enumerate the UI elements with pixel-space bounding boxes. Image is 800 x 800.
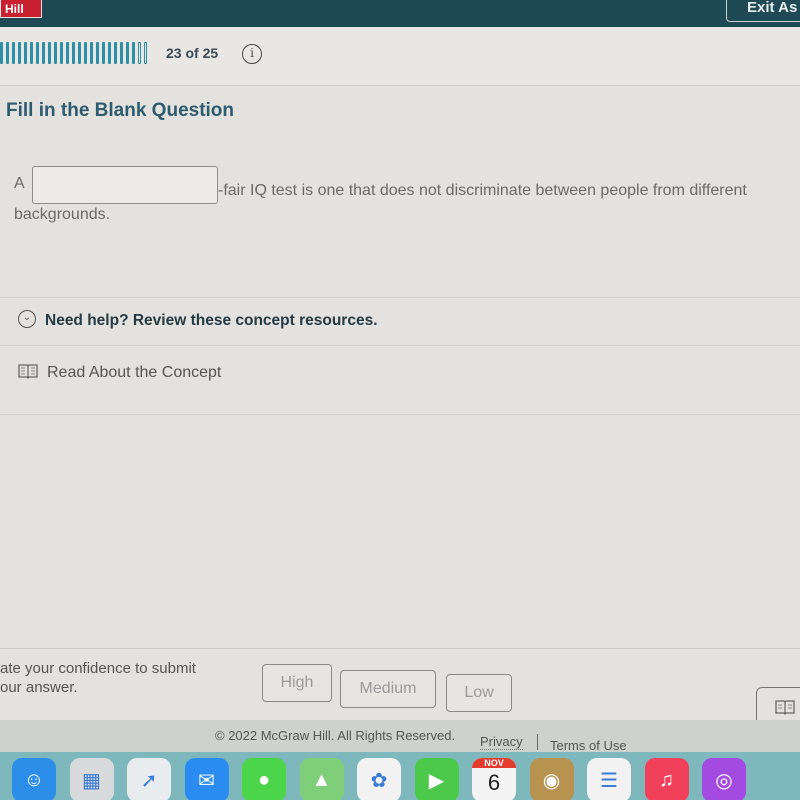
calendar-month: NOV <box>472 758 516 768</box>
concept-resources-toggle[interactable]: ⌄ Need help? Review these concept resour… <box>0 298 800 346</box>
chevron-down-circle-icon: ⌄ <box>18 310 36 328</box>
question-prefix: A <box>14 175 25 192</box>
maps-icon[interactable]: ▲ <box>299 758 344 800</box>
progress-segment-complete <box>24 42 27 64</box>
macos-dock: ☺ ▦ ➚ ✉ ● ▲ ✿ ▶ NOV 6 ◉ ☰ ♫ ◎ <box>0 752 800 800</box>
progress-segment-complete <box>126 42 129 64</box>
progress-segment-complete <box>114 42 117 64</box>
progress-segment-complete <box>6 42 9 64</box>
top-bar: Hill Exit As <box>0 0 800 27</box>
progress-segment-pending <box>144 42 147 64</box>
footer-separator <box>537 734 538 750</box>
progress-segment-complete <box>42 42 45 64</box>
confidence-prompt: ate your confidence to submit our answer… <box>0 659 240 697</box>
blank-answer-input[interactable] <box>32 166 218 204</box>
progress-segment-complete <box>108 42 111 64</box>
read-about-concept-label: Read About the Concept <box>47 364 222 381</box>
photos-icon[interactable]: ✿ <box>357 758 401 800</box>
progress-segment-complete <box>120 42 123 64</box>
safari-icon-glyph: ➚ <box>140 769 158 792</box>
launchpad-icon-glyph: ▦ <box>82 769 101 792</box>
maps-icon-glyph: ▲ <box>311 768 332 791</box>
concept-resources-panel: ⌄ Need help? Review these concept resour… <box>0 297 800 417</box>
facetime-icon[interactable]: ▶ <box>414 758 459 800</box>
podcasts-icon-glyph: ◎ <box>715 769 733 792</box>
music-icon[interactable]: ♫ <box>644 758 689 800</box>
info-icon[interactable]: i <box>242 44 262 64</box>
finder-icon-glyph: ☺ <box>23 768 45 791</box>
contacts-icon[interactable]: ◉ <box>529 758 574 800</box>
mcgraw-hill-logo: Hill <box>0 0 42 18</box>
confidence-medium-button[interactable]: Medium <box>340 670 436 708</box>
read-about-concept-link[interactable]: Read About the Concept <box>0 353 800 415</box>
safari-icon[interactable]: ➚ <box>127 758 171 800</box>
progress-segment-complete <box>90 42 93 64</box>
messages-icon-glyph: ● <box>257 768 271 791</box>
question-suffix: -fair IQ test is one that does not discr… <box>218 182 747 199</box>
concept-resources-label: Need help? Review these concept resource… <box>45 312 378 329</box>
exit-assignment-button[interactable]: Exit As <box>726 0 800 22</box>
confidence-prompt-line1: ate your confidence to submit <box>0 660 196 677</box>
progress-segment-complete <box>84 42 87 64</box>
music-icon-glyph: ♫ <box>659 768 674 791</box>
contacts-icon-glyph: ◉ <box>542 769 561 792</box>
progress-segment-complete <box>96 42 99 64</box>
footer: © 2022 McGraw Hill. All Rights Reserved.… <box>0 720 800 756</box>
progress-bar <box>0 42 147 64</box>
mail-icon[interactable]: ✉ <box>184 758 229 800</box>
calendar-day: 6 <box>487 770 501 795</box>
question-title: Fill in the Blank Question <box>6 100 235 121</box>
photos-icon-glyph: ✿ <box>370 769 388 792</box>
progress-segment-complete <box>0 42 3 64</box>
confidence-high-button[interactable]: High <box>262 664 332 702</box>
book-icon <box>18 363 38 379</box>
privacy-link[interactable]: Privacy <box>480 734 523 750</box>
progress-segment-complete <box>102 42 105 64</box>
podcasts-icon[interactable]: ◎ <box>702 758 746 800</box>
messages-icon[interactable]: ● <box>242 758 286 800</box>
progress-segment-complete <box>60 42 63 64</box>
progress-segment-complete <box>54 42 57 64</box>
progress-segment-complete <box>30 42 33 64</box>
confidence-row: ate your confidence to submit our answer… <box>0 648 800 727</box>
calendar-icon[interactable]: NOV 6 <box>472 758 516 800</box>
finder-icon[interactable]: ☺ <box>12 758 56 800</box>
progress-label: 23 of 25 <box>166 45 219 61</box>
progress-segment-complete <box>132 42 135 64</box>
reminders-icon-glyph: ☰ <box>600 769 618 792</box>
question-line2: backgrounds. <box>14 206 111 223</box>
progress-segment-complete <box>12 42 15 64</box>
confidence-low-button[interactable]: Low <box>446 674 512 712</box>
mail-icon-glyph: ✉ <box>198 769 215 792</box>
reminders-icon[interactable]: ☰ <box>587 758 631 800</box>
progress-segment-complete <box>36 42 39 64</box>
launchpad-icon[interactable]: ▦ <box>69 758 114 800</box>
copyright-text: © 2022 McGraw Hill. All Rights Reserved. <box>215 728 456 743</box>
progress-segment-complete <box>78 42 81 64</box>
book-icon <box>775 700 795 718</box>
progress-segment-pending <box>138 42 141 64</box>
progress-segment-complete <box>18 42 21 64</box>
progress-segment-complete <box>48 42 51 64</box>
facetime-icon-glyph: ▶ <box>428 769 445 792</box>
progress-segment-complete <box>66 42 69 64</box>
progress-segment-complete <box>72 42 75 64</box>
progress-row: 23 of 25 i <box>0 28 800 86</box>
confidence-prompt-line2: our answer. <box>0 679 78 696</box>
